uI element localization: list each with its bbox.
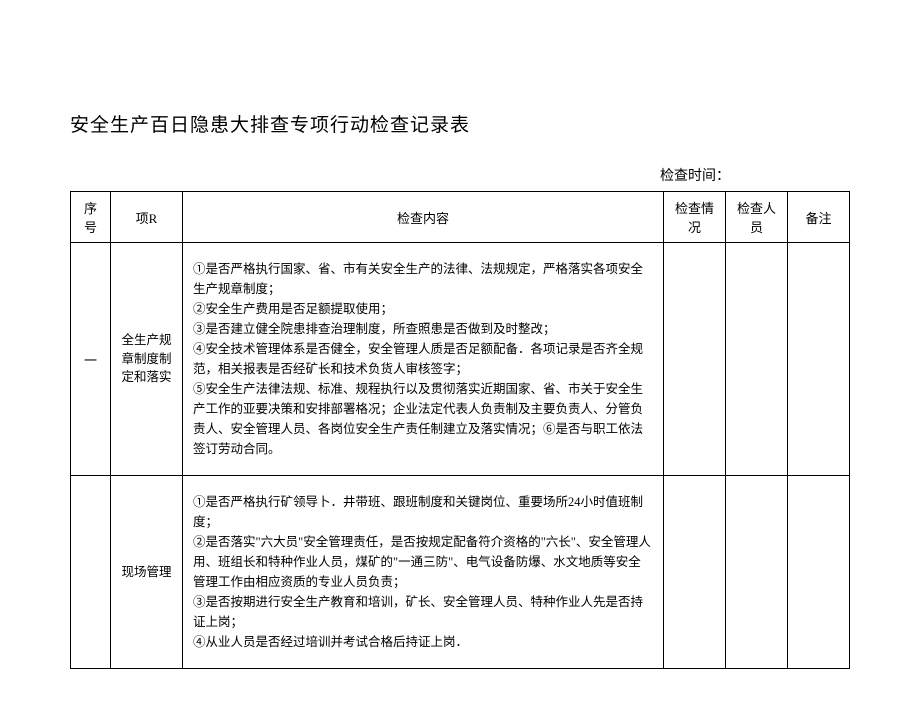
header-status: 检查情况 bbox=[664, 192, 726, 243]
inspection-table: 序号 项R 检查内容 检查情况 检查人员 备注 一 全生产规章制度制定和落实 ①… bbox=[70, 191, 850, 669]
cell-note bbox=[788, 243, 850, 476]
page-title: 安全生产百日隐患大排查专项行动检查记录表 bbox=[70, 110, 850, 137]
table-header-row: 序号 项R 检查内容 检查情况 检查人员 备注 bbox=[71, 192, 850, 243]
inspection-time-label: 检查时间： bbox=[70, 165, 850, 185]
header-note: 备注 bbox=[788, 192, 850, 243]
cell-seq bbox=[71, 476, 111, 669]
header-inspector: 检查人员 bbox=[726, 192, 788, 243]
header-item: 项R bbox=[111, 192, 183, 243]
cell-status bbox=[664, 243, 726, 476]
cell-content: ①是否严格执行国家、省、市有关安全生产的法律、法规规定，严格落实各项安全生产规章… bbox=[183, 243, 664, 476]
table-row: 现场管理 ①是否严格执行矿领导卜．井带班、跟班制度和关键岗位、重要场所24小时值… bbox=[71, 476, 850, 669]
cell-note bbox=[788, 476, 850, 669]
header-content: 检查内容 bbox=[183, 192, 664, 243]
cell-inspector bbox=[726, 476, 788, 669]
cell-item: 全生产规章制度制定和落实 bbox=[111, 243, 183, 476]
cell-inspector bbox=[726, 243, 788, 476]
header-seq: 序号 bbox=[71, 192, 111, 243]
table-row: 一 全生产规章制度制定和落实 ①是否严格执行国家、省、市有关安全生产的法律、法规… bbox=[71, 243, 850, 476]
cell-content: ①是否严格执行矿领导卜．井带班、跟班制度和关键岗位、重要场所24小时值班制度；②… bbox=[183, 476, 664, 669]
cell-seq: 一 bbox=[71, 243, 111, 476]
cell-item: 现场管理 bbox=[111, 476, 183, 669]
cell-status bbox=[664, 476, 726, 669]
